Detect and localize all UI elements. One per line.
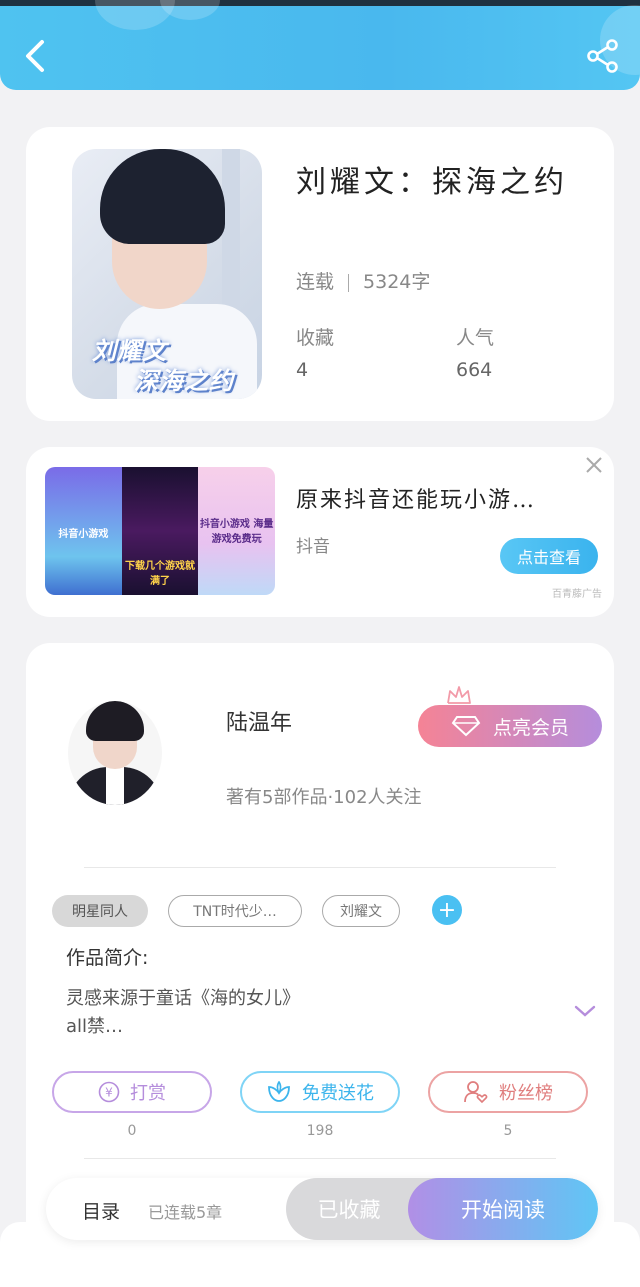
add-tag-button[interactable]: + (432, 895, 462, 925)
share-icon[interactable] (586, 38, 620, 74)
bottom-action-bar: 目录 已连载5章 已收藏 开始阅读 (46, 1178, 598, 1240)
intro-text: 灵感来源于童话《海的女儿》 all禁… (66, 985, 526, 1041)
close-icon[interactable] (584, 455, 604, 475)
send-flower-button[interactable]: 免费送花 (240, 1071, 400, 1113)
tag-item[interactable]: 明星同人 (52, 895, 148, 927)
popularity-label: 人气 (456, 327, 495, 349)
yen-icon: ¥ (98, 1081, 120, 1103)
cover-hair (100, 149, 225, 244)
fav-label: 收藏 (296, 327, 335, 349)
flower-icon (268, 1081, 290, 1102)
diamond-icon (451, 716, 481, 737)
ad-image[interactable]: 抖音小游戏 下载几个游戏就满了 抖音小游戏 海量游戏免费玩 (45, 467, 275, 595)
decor-bubble (160, 0, 220, 20)
toc-info[interactable]: 已连载5章 (148, 1199, 222, 1223)
status-separator (348, 273, 350, 292)
cover-text-line2: 深海之约 (134, 367, 234, 395)
intro-label: 作品简介: (66, 947, 149, 969)
back-icon[interactable] (18, 36, 52, 76)
divider (84, 867, 556, 868)
toc-button[interactable]: 目录 (82, 1197, 120, 1224)
word-count: 5324字 (363, 271, 431, 293)
ad-title[interactable]: 原来抖音还能玩小游… (296, 482, 536, 514)
flower-count: 198 (306, 1123, 334, 1139)
ad-thumb-2-text: 下载几个游戏就满了 (125, 561, 195, 587)
tag-item[interactable]: TNT时代少… (168, 895, 302, 927)
status-label: 连载 (296, 271, 335, 293)
book-cover: 刘耀文 深海之约 (72, 149, 262, 399)
divider (84, 1158, 556, 1159)
avatar-shirt (106, 767, 124, 805)
tag-item[interactable]: 刘耀文 (322, 895, 400, 927)
fans-count: 5 (503, 1123, 513, 1139)
fans-ranking-button[interactable]: 粉丝榜 (428, 1071, 588, 1113)
ad-thumb-1-text: 抖音小游戏 (58, 529, 109, 540)
popularity-value: 664 (456, 359, 493, 381)
header-bar (0, 0, 640, 90)
ad-source: 抖音 (296, 537, 330, 557)
author-info: 著有5部作品·102人关注 (226, 787, 422, 808)
intro-line-2: all禁… (66, 1016, 124, 1037)
fans-label: 粉丝榜 (499, 1083, 553, 1104)
ad-tag: 百青藤广告 (552, 589, 602, 600)
plus-icon: + (437, 897, 457, 923)
start-reading-button[interactable]: 开始阅读 (408, 1178, 598, 1240)
vip-button[interactable]: 点亮会员 (418, 705, 602, 747)
ad-thumb-3: 抖音小游戏 海量游戏免费玩 (198, 467, 275, 595)
ad-cta-button[interactable]: 点击查看 (500, 538, 598, 574)
ad-thumb-1: 抖音小游戏 (45, 467, 122, 595)
book-card: 刘耀文 深海之约 刘耀文：探海之约 连载 5324字 收藏 4 人气 664 (26, 127, 614, 421)
intro-line-1: 灵感来源于童话《海的女儿》 (66, 988, 300, 1009)
avatar-hair (86, 701, 144, 741)
vip-label: 点亮会员 (492, 716, 569, 739)
ad-card[interactable]: 抖音小游戏 下载几个游戏就满了 抖音小游戏 海量游戏免费玩 原来抖音还能玩小游…… (26, 447, 614, 617)
fan-icon (464, 1081, 488, 1104)
author-name[interactable]: 陆温年 (226, 705, 292, 737)
book-status: 连载 5324字 (296, 267, 430, 294)
avatar[interactable] (68, 701, 162, 805)
ad-thumb-2: 下载几个游戏就满了 (121, 467, 199, 595)
flower-label: 免费送花 (302, 1083, 374, 1104)
crown-icon (447, 686, 471, 704)
favorited-label: 已收藏 (317, 1198, 381, 1222)
chevron-down-icon[interactable] (573, 1003, 597, 1019)
fav-value: 4 (296, 359, 309, 381)
reward-count: 0 (127, 1123, 137, 1139)
ad-thumb-3-text: 抖音小游戏 海量游戏免费玩 (199, 519, 274, 545)
author-card: 陆温年 著有5部作品·102人关注 点亮会员 明星同人 TNT时代少… 刘耀文 … (26, 643, 614, 1263)
reward-label: 打赏 (130, 1083, 166, 1104)
book-title: 刘耀文：探海之约 (296, 165, 568, 200)
svg-text:¥: ¥ (105, 1086, 113, 1100)
reward-button[interactable]: ¥ 打赏 (52, 1071, 212, 1113)
